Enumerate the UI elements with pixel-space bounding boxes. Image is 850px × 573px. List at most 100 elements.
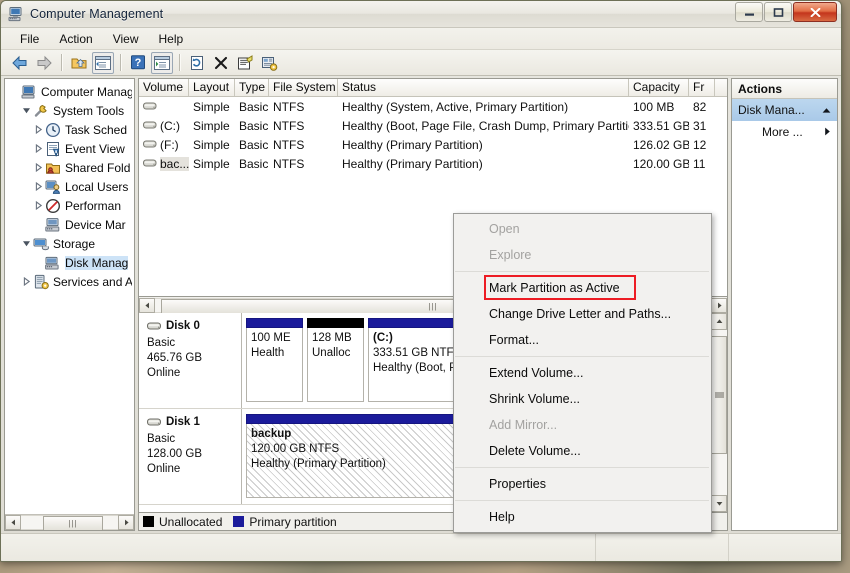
volume-cell-name: bac... [139,156,189,171]
tree-item-disk-manag[interactable]: Disk Manag [5,253,134,272]
volume-column-header-layout[interactable]: Layout [189,79,235,96]
minimize-button[interactable] [735,2,763,22]
action-item-disk-mana[interactable]: Disk Mana... [732,99,837,121]
toolbar-separator [61,54,62,71]
tree-scroll-track[interactable]: ||| [21,515,118,530]
disk-info[interactable]: Disk 0 Basic 465.76 GB Online [139,313,242,408]
disk-info[interactable]: Disk 1 Basic 128.00 GB Online [139,409,242,504]
volume-label: (F:) [160,137,179,152]
help-icon[interactable]: ? [127,52,149,74]
disk-partition[interactable]: 100 ME Health [246,318,303,402]
maximize-button[interactable] [764,2,792,22]
volume-row[interactable]: Simple Basic NTFS Healthy (System, Active, … [139,97,727,116]
graph-scroll-thumb[interactable] [711,336,727,454]
context-menu-item-extend-volume[interactable]: Extend Volume... [454,360,711,386]
tree-horizontal-scrollbar[interactable]: ||| [5,514,134,530]
volume-column-header-volume[interactable]: Volume [139,79,189,96]
menu-help[interactable]: Help [150,30,193,48]
delete-x-icon[interactable] [210,52,232,74]
legend-label: Primary partition [249,514,337,529]
volume-cell-status: Healthy (Primary Partition) [342,156,483,171]
close-button[interactable] [793,2,837,22]
volume-row[interactable]: (C:) Simple Basic NTFS Healthy (Boot, Page F… [139,116,727,135]
volume-column-header-capacity[interactable]: Capacity [629,79,689,96]
computer-management-icon [8,6,24,22]
volume-column-header-fr[interactable]: Fr [689,79,715,96]
console-tree-icon[interactable] [92,51,114,74]
disk-partition[interactable]: 128 MB Unalloc [307,318,364,402]
context-menu-item-format[interactable]: Format... [454,327,711,353]
tree-item-label: Task Sched [65,122,128,137]
vol-scroll-right-arrow[interactable] [711,297,727,313]
back-arrow-icon[interactable] [9,52,31,74]
context-menu-item-mark-partition-as-active[interactable]: Mark Partition as Active [454,275,711,301]
partition-color-bar [307,318,364,328]
up-folder-icon[interactable] [68,52,90,74]
tree-item-task-sched[interactable]: Task Sched [5,120,134,139]
graph-scroll-up-arrow[interactable] [711,313,727,330]
tree-scroll-left-arrow[interactable] [5,515,21,530]
chevron-right-icon[interactable] [824,125,831,139]
tree-scroll-thumb[interactable]: ||| [43,516,103,530]
disk-name: Disk 1 [166,416,200,428]
properties-icon[interactable] [234,52,256,74]
refresh-icon[interactable] [186,52,208,74]
tree-item-shared-fold[interactable]: Shared Fold [5,158,134,177]
tree-item-computer-manage[interactable]: Computer Manage [5,82,134,101]
toolbar-separator-2 [120,54,121,71]
partition-details[interactable]: 128 MB Unalloc [307,328,364,402]
context-menu-item-help[interactable]: Help [454,504,711,530]
tree-twisty-icon[interactable] [20,277,33,286]
tree-twisty-icon[interactable] [20,239,33,248]
tree-item-local-users[interactable]: Local Users [5,177,134,196]
forward-arrow-icon[interactable] [33,52,55,74]
tree-scroll-right-arrow[interactable] [118,515,134,530]
graph-scroll-down-arrow[interactable] [711,495,727,512]
context-menu-item-delete-volume[interactable]: Delete Volume... [454,438,711,464]
chevron-up-icon[interactable] [822,103,831,117]
menu-action[interactable]: Action [50,30,101,48]
tree-item-label: Local Users [65,179,129,194]
volume-column-header-status[interactable]: Status [338,79,629,96]
menu-file[interactable]: File [11,30,48,48]
tree-twisty-icon[interactable] [20,106,33,115]
shared-folders-icon [45,160,61,176]
volume-row[interactable]: (F:) Simple Basic NTFS Healthy (Primary Part… [139,135,727,154]
services-icon [33,274,49,290]
tree-twisty-icon[interactable] [32,144,45,153]
tree-item-storage[interactable]: Storage [5,234,134,253]
graphical-view-vertical-scrollbar[interactable] [710,313,727,512]
partition-details[interactable]: 100 ME Health [246,328,303,402]
tree-twisty-icon[interactable] [32,163,45,172]
tree-item-label: Storage [53,236,96,251]
tree-item-system-tools[interactable]: System Tools [5,101,134,120]
menu-view[interactable]: View [104,30,148,48]
system-tools-icon [33,103,49,119]
tree-twisty-icon[interactable] [32,125,45,134]
legend-item: Unallocated [143,515,222,529]
volume-row[interactable]: bac... Simple Basic NTFS Healthy (Primary Pa… [139,154,727,173]
tree-item-device-mar[interactable]: Device Mar [5,215,134,234]
tree-item-services-and-a[interactable]: Services and A [5,272,134,291]
action-pane-icon[interactable] [151,51,173,74]
tree-twisty-icon[interactable] [32,201,45,210]
action-item-more[interactable]: More ... [732,121,837,143]
context-menu-item-shrink-volume[interactable]: Shrink Volume... [454,386,711,412]
context-menu-item-properties[interactable]: Properties [454,471,711,497]
context-menu-item-change-drive-letter-and-paths[interactable]: Change Drive Letter and Paths... [454,301,711,327]
device-manager-icon [45,217,61,233]
volume-cell-layout: Simple [193,118,230,133]
tree-twisty-icon[interactable] [32,182,45,191]
tree-item-event-view[interactable]: Event View [5,139,134,158]
volume-cell-status: Healthy (Boot, Page File, Crash Dump, Pr… [342,118,629,133]
context-menu-item-label: Delete Volume... [489,444,581,458]
tree-item-performan[interactable]: Performan [5,196,134,215]
volume-column-header-type[interactable]: Type [235,79,269,96]
graph-scroll-track[interactable] [711,330,727,495]
volume-column-header-file-system[interactable]: File System [269,79,338,96]
rescan-disks-icon[interactable] [258,52,280,74]
volume-cell-fs: NTFS [273,118,305,133]
vol-scroll-left-arrow[interactable] [139,297,155,313]
partition-status: Unalloc [312,347,351,359]
legend-label: Unallocated [159,514,223,529]
